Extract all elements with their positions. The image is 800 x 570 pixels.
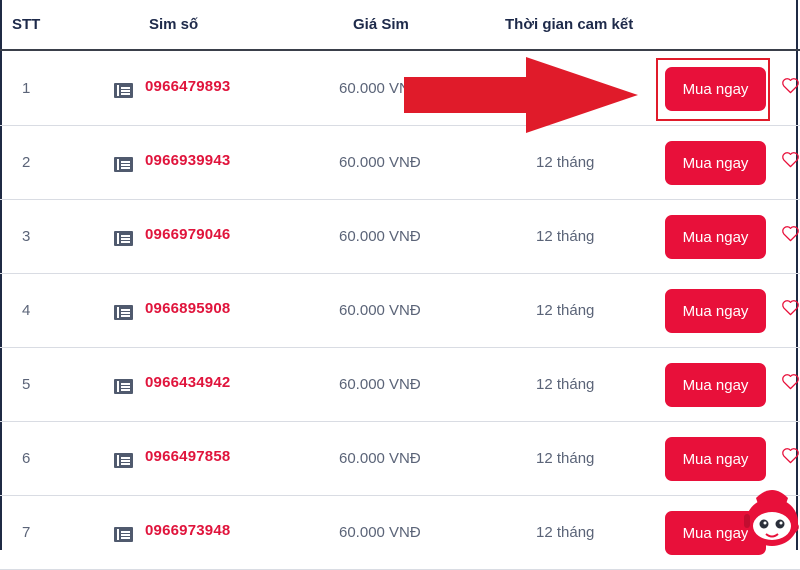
commitment-term: 12 tháng — [536, 376, 595, 393]
sim-number-link[interactable]: 0966939943 — [145, 152, 230, 169]
row-stt: 4 — [22, 302, 31, 319]
commitment-term: 12 tháng — [536, 524, 595, 541]
sim-price: 60.000 VNĐ — [339, 154, 421, 171]
table-row: 2 0966939943 60.000 VNĐ 12 tháng Mua ngay — [0, 126, 800, 200]
table-row: 3 0966979046 60.000 VNĐ 12 tháng Mua ngay — [0, 200, 800, 274]
commitment-term: 12 tháng — [536, 302, 595, 319]
row-stt: 5 — [22, 376, 31, 393]
table-row: 5 0966434942 60.000 VNĐ 12 tháng Mua ngay — [0, 348, 800, 422]
table-row: 4 0966895908 60.000 VNĐ 12 tháng Mua ngay — [0, 274, 800, 348]
mascot-icon — [744, 490, 798, 546]
sim-card-icon — [114, 305, 133, 320]
header-sim-number: Sim số — [149, 16, 199, 33]
sim-number-link[interactable]: 0966973948 — [145, 522, 230, 539]
row-stt: 3 — [22, 228, 31, 245]
sim-card-icon — [114, 231, 133, 246]
sim-card-icon — [114, 379, 133, 394]
sim-card-icon — [114, 157, 133, 172]
sim-number-link[interactable]: 0966497858 — [145, 448, 230, 465]
commitment-term: 12 tháng — [536, 450, 595, 467]
sim-card-icon — [114, 453, 133, 468]
sim-number-link[interactable]: 0966479893 — [145, 78, 230, 95]
row-stt: 6 — [22, 450, 31, 467]
commitment-term: 12 tháng — [536, 154, 595, 171]
buy-now-button[interactable]: Mua ngay — [665, 363, 766, 407]
sim-price: 60.000 VNĐ — [339, 450, 421, 467]
header-commitment-term: Thời gian cam kết — [505, 16, 634, 33]
heart-icon[interactable] — [781, 446, 800, 465]
sim-price: 60.000 VNĐ — [339, 524, 421, 541]
table-row: 6 0966497858 60.000 VNĐ 12 tháng Mua ngay — [0, 422, 800, 496]
highlight-box — [656, 58, 770, 121]
table-row: 7 0966973948 60.000 VNĐ 12 tháng Mua ngay — [0, 496, 800, 570]
heart-icon[interactable] — [781, 150, 800, 169]
buy-now-button[interactable]: Mua ngay — [665, 289, 766, 333]
sim-price: 60.000 VNĐ — [339, 376, 421, 393]
sim-card-icon — [114, 83, 133, 98]
heart-icon[interactable] — [781, 224, 800, 243]
sim-number-link[interactable]: 0966979046 — [145, 226, 230, 243]
row-stt: 7 — [22, 524, 31, 541]
header-price: Giá Sim — [353, 16, 409, 33]
sim-card-icon — [114, 527, 133, 542]
buy-now-button[interactable]: Mua ngay — [665, 437, 766, 481]
table-header: STT Sim số Giá Sim Thời gian cam kết — [0, 0, 800, 51]
sim-price: 60.000 VNĐ — [339, 302, 421, 319]
sim-number-link[interactable]: 0966895908 — [145, 300, 230, 317]
commitment-term: 12 tháng — [536, 228, 595, 245]
heart-icon[interactable] — [781, 298, 800, 317]
heart-icon[interactable] — [781, 76, 800, 95]
row-stt: 1 — [22, 80, 31, 97]
header-stt: STT — [12, 16, 41, 33]
sim-price: 60.000 VNĐ — [339, 228, 421, 245]
row-stt: 2 — [22, 154, 31, 171]
annotation-arrow-icon — [404, 57, 638, 133]
heart-icon[interactable] — [781, 372, 800, 391]
buy-now-button[interactable]: Mua ngay — [665, 141, 766, 185]
buy-now-button[interactable]: Mua ngay — [665, 215, 766, 259]
sim-number-link[interactable]: 0966434942 — [145, 374, 230, 391]
